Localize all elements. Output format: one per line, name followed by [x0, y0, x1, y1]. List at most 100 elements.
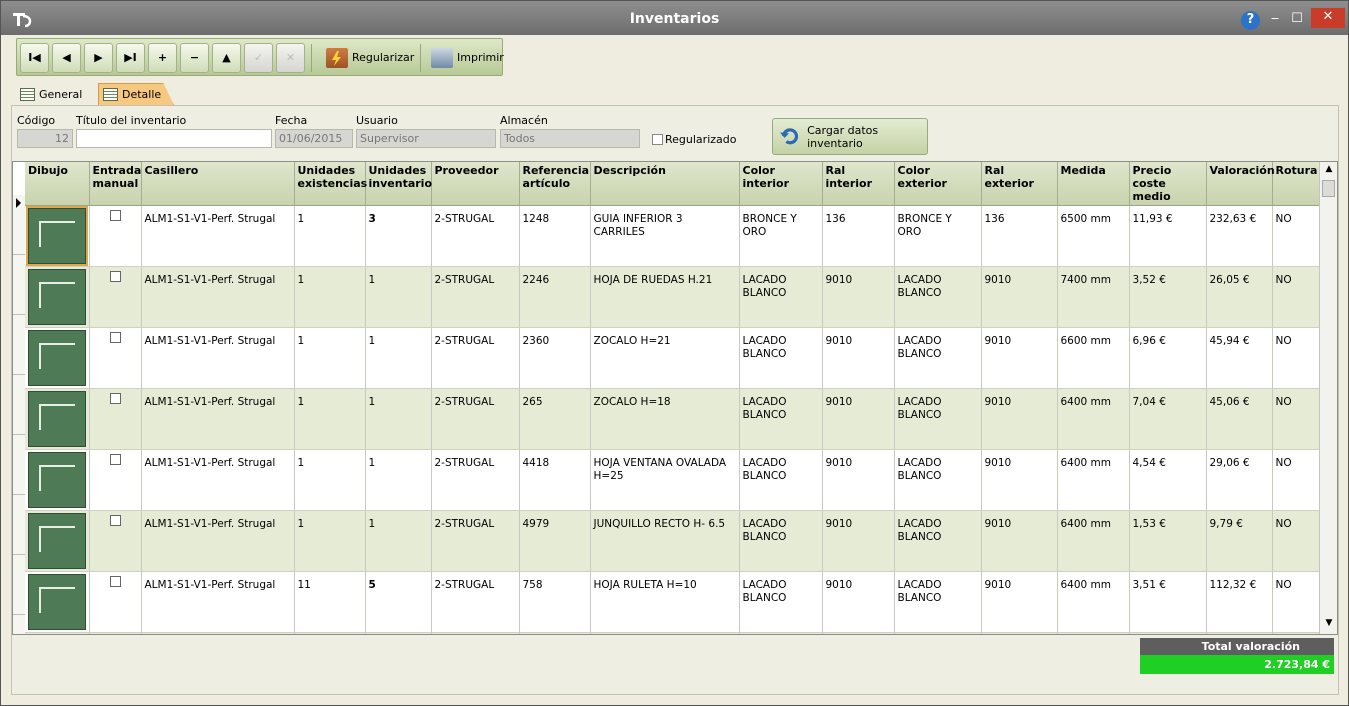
help-button[interactable]: ?: [1241, 11, 1260, 30]
profile-drawing-cell[interactable]: [25, 632, 90, 634]
column-header[interactable]: Valoración: [1206, 162, 1275, 206]
cell-inventario[interactable]: 5: [365, 571, 432, 633]
profile-drawing-cell[interactable]: [25, 327, 90, 389]
minimize-button[interactable]: ‒: [1266, 10, 1284, 28]
column-header[interactable]: Color interior: [739, 162, 823, 206]
cell-referencia: 265: [519, 388, 591, 450]
column-header[interactable]: Descripción: [590, 162, 740, 206]
profile-line: [38, 526, 75, 552]
previous-record-button[interactable]: ◀: [52, 43, 81, 73]
profile-drawing-cell[interactable]: [25, 205, 90, 267]
column-header[interactable]: Entrada manual: [89, 162, 142, 206]
tab-detalle[interactable]: Detalle: [98, 83, 174, 105]
row-marker[interactable]: [13, 375, 25, 435]
profile-drawing-cell[interactable]: [25, 571, 90, 633]
column-header[interactable]: Precio coste medio: [1129, 162, 1207, 206]
close-button[interactable]: ✕: [1311, 8, 1345, 28]
cargar-datos-button[interactable]: Cargar datos inventario: [772, 118, 928, 155]
cell-casillero: ALM1-S1-V1-Perf. Strugal: [141, 205, 295, 267]
delete-record-button[interactable]: −: [180, 43, 209, 73]
column-header[interactable]: Casillero: [141, 162, 295, 206]
cell-inventario[interactable]: 3: [365, 205, 432, 267]
usuario-field[interactable]: Supervisor: [356, 129, 496, 148]
profile-drawing-cell[interactable]: [25, 510, 90, 572]
entrada-manual-checkbox[interactable]: [109, 210, 121, 221]
table-row[interactable]: ALM1-S1-V1-Perf. Strugal 1 3 2-STRUGAL 1248 G…: [25, 205, 1320, 267]
row-marker[interactable]: [13, 495, 25, 555]
cell-ral-int: 9010: [822, 327, 895, 389]
row-marker[interactable]: [13, 615, 25, 634]
tab-general[interactable]: General: [16, 83, 94, 105]
confirm-button[interactable]: ✓: [244, 43, 273, 73]
column-header[interactable]: Color exterior: [894, 162, 982, 206]
column-header[interactable]: Unidades existencias: [294, 162, 367, 206]
codigo-field[interactable]: 12: [17, 129, 73, 148]
table-row[interactable]: ALM1-S1-V1-Perf. Strugal 1 1 2-STRUGAL 4979 J…: [25, 510, 1320, 572]
regularizar-button[interactable]: Regularizar: [322, 43, 418, 73]
profile-drawing-cell[interactable]: [25, 449, 90, 511]
cell-inventario[interactable]: 1: [365, 510, 432, 572]
titulo-field[interactable]: [76, 129, 272, 148]
cell-ral-int: 9010: [822, 449, 895, 511]
row-marker[interactable]: [13, 315, 25, 375]
entrada-manual-checkbox[interactable]: [109, 332, 121, 343]
column-header[interactable]: Rotura: [1272, 162, 1320, 206]
table-row[interactable]: ALM1-S1-V1-Perf. Strugal 1 1 2-STRUGAL 265 ZO…: [25, 388, 1320, 450]
table-row[interactable]: ALM1-S1-V1-Perf. Strugal 11 5 2-STRUGAL 758 H…: [25, 571, 1320, 633]
row-marker[interactable]: [13, 435, 25, 495]
column-header[interactable]: Medida: [1057, 162, 1130, 206]
entrada-manual-checkbox[interactable]: [109, 576, 121, 587]
cell-referencia: 2360: [519, 327, 591, 389]
table-row[interactable]: ALM1-S1-V1-Perf. Strugal17172-STRUGAL8HO…: [25, 632, 1320, 634]
row-indicator-column: [13, 195, 25, 634]
cell-referencia: 4979: [519, 510, 591, 572]
row-marker[interactable]: [13, 255, 25, 315]
scroll-down-icon[interactable]: ▼: [1322, 618, 1336, 632]
last-record-button[interactable]: ▶I: [116, 43, 145, 73]
cell-referencia: 1248: [519, 205, 591, 267]
scroll-up-icon[interactable]: ▲: [1322, 164, 1336, 178]
cell-precio: 4,35 €: [1129, 632, 1207, 634]
profile-drawing-icon: [27, 513, 86, 569]
first-record-button[interactable]: I◀: [20, 43, 49, 73]
entrada-manual-checkbox[interactable]: [109, 271, 121, 282]
cell-inventario[interactable]: 1: [365, 327, 432, 389]
table-row[interactable]: ALM1-S1-V1-Perf. Strugal 1 1 2-STRUGAL 2360 Z…: [25, 327, 1320, 389]
column-header[interactable]: Ral exterior: [981, 162, 1058, 206]
column-header[interactable]: Ral interior: [822, 162, 895, 206]
toolbar: I◀ ◀ ▶ ▶I + − ▲ ✓ ✕ Regularizar Imprimir: [16, 38, 504, 76]
entrada-manual-checkbox[interactable]: [109, 454, 121, 465]
maximize-button[interactable]: ☐: [1288, 10, 1306, 28]
cell-inventario[interactable]: 1: [365, 266, 432, 328]
row-marker[interactable]: [13, 555, 25, 615]
vertical-scrollbar[interactable]: ▲ ▼: [1319, 162, 1337, 634]
column-header[interactable]: Proveedor: [431, 162, 520, 206]
cell-existencias: 11: [294, 571, 366, 633]
table-row[interactable]: ALM1-S1-V1-Perf. Strugal 1 1 2-STRUGAL 4418 H…: [25, 449, 1320, 511]
add-record-button[interactable]: +: [148, 43, 177, 73]
entrada-manual-checkbox[interactable]: [109, 515, 121, 526]
entrada-manual-checkbox[interactable]: [109, 393, 121, 404]
cell-color-ext: LACADO BLANCO: [894, 449, 982, 511]
scroll-thumb[interactable]: [1322, 180, 1335, 197]
regularizado-checkbox[interactable]: [652, 134, 663, 145]
cancel-button[interactable]: ✕: [276, 43, 305, 73]
current-row-marker-icon[interactable]: [13, 195, 25, 255]
fecha-field[interactable]: 01/06/2015: [275, 129, 353, 148]
cell-inventario[interactable]: 1: [365, 449, 432, 511]
profile-drawing-cell[interactable]: [25, 266, 90, 328]
column-header[interactable]: Dibujo: [25, 162, 90, 206]
table-row[interactable]: ALM1-S1-V1-Perf. Strugal 1 1 2-STRUGAL 2246 H…: [25, 266, 1320, 328]
next-record-button[interactable]: ▶: [84, 43, 113, 73]
column-header[interactable]: Referencia artículo: [519, 162, 591, 206]
title-bar: Inventarios ? ‒ ☐ ✕: [1, 1, 1348, 35]
almacen-field[interactable]: Todos: [500, 129, 640, 148]
imprimir-button[interactable]: Imprimir: [427, 43, 508, 73]
cell-inventario[interactable]: 1: [365, 388, 432, 450]
column-header[interactable]: Unidades inventario: [365, 162, 432, 206]
profile-drawing-cell[interactable]: [25, 388, 90, 450]
edit-record-button[interactable]: ▲: [212, 43, 241, 73]
cell-inventario[interactable]: 17: [365, 632, 432, 634]
cell-proveedor: 2-STRUGAL: [431, 510, 520, 572]
cell-precio: 1,53 €: [1129, 510, 1207, 572]
